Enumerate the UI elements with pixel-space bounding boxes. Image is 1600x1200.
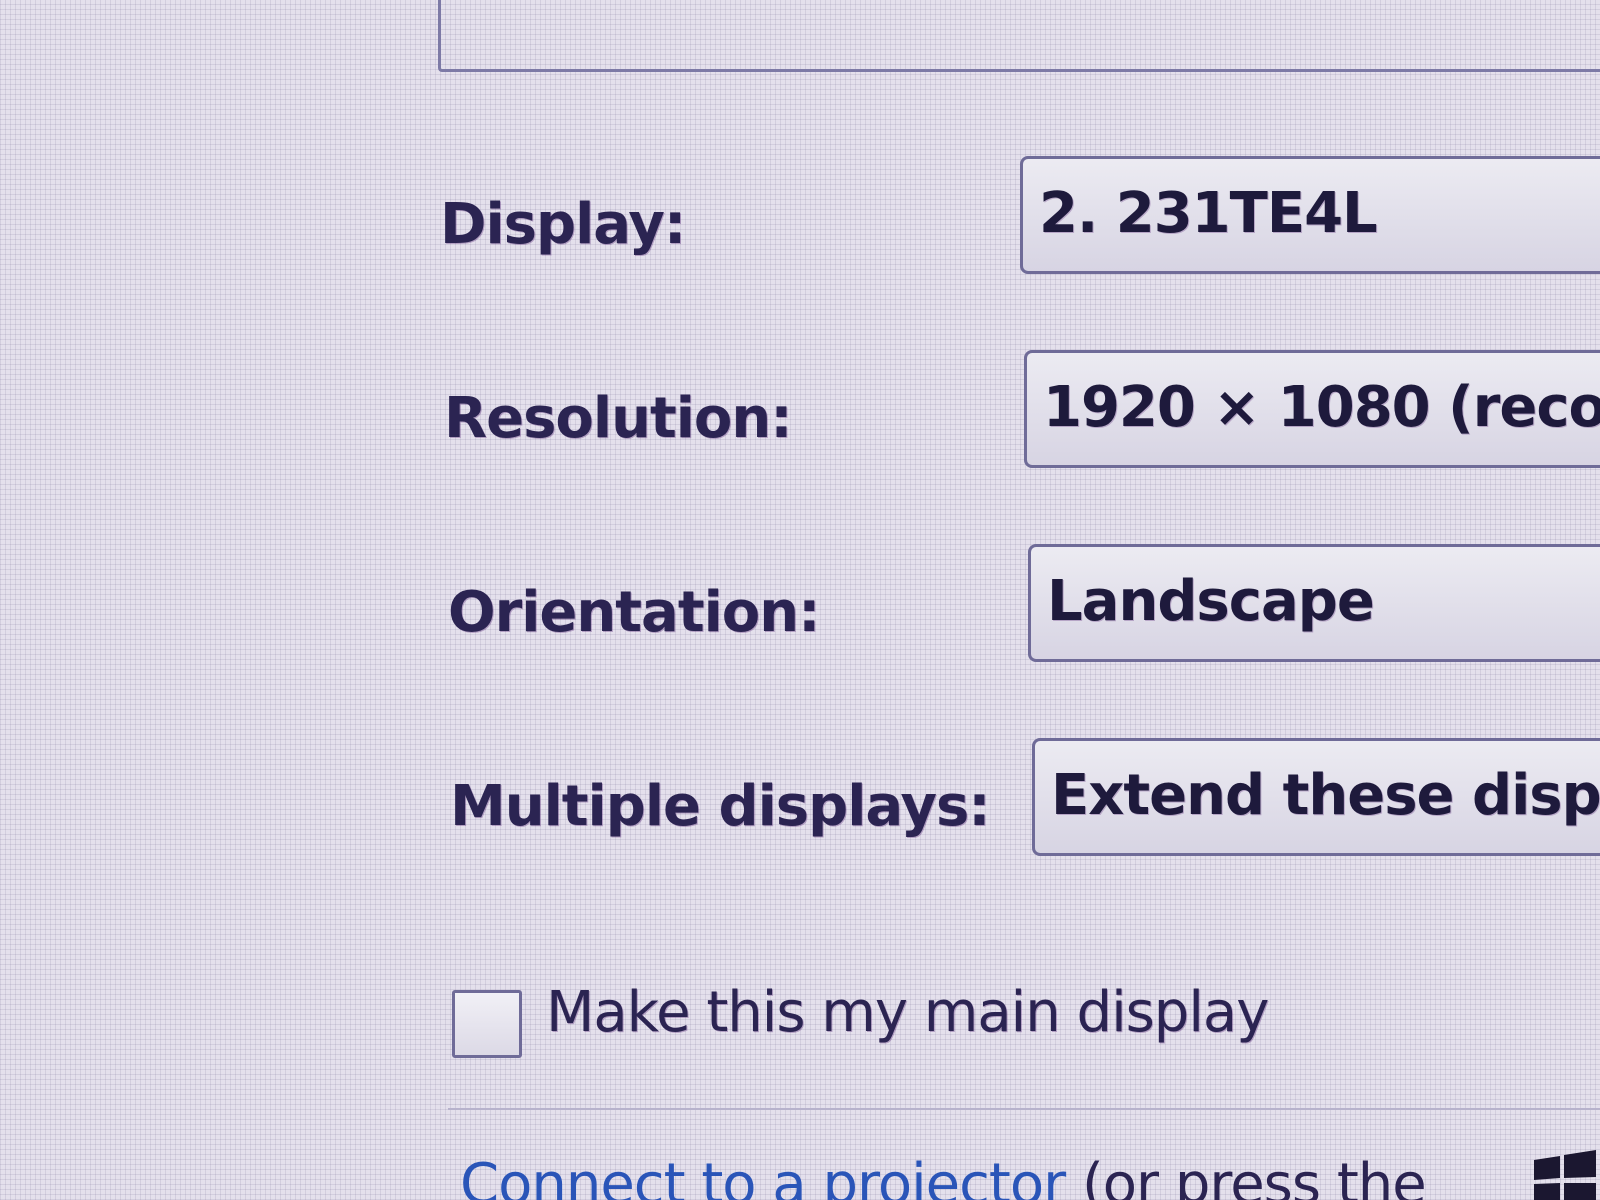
- display-dropdown-value: 2. 231TE4L: [1039, 181, 1378, 246]
- main-display-label[interactable]: Make this my main display: [546, 980, 1269, 1045]
- display-dropdown[interactable]: 2. 231TE4L: [1020, 156, 1600, 274]
- windows-logo-icon: [1534, 1150, 1596, 1200]
- orientation-label: Orientation:: [448, 580, 821, 645]
- orientation-dropdown[interactable]: Landscape: [1028, 544, 1600, 662]
- connect-projector-link[interactable]: Connect to a projector: [460, 1152, 1066, 1200]
- resolution-label: Resolution:: [444, 386, 793, 451]
- orientation-dropdown-value: Landscape: [1047, 569, 1375, 634]
- multiple-displays-label: Multiple displays:: [450, 774, 991, 839]
- multiple-displays-dropdown-value: Extend these displa: [1051, 763, 1600, 828]
- monitor-preview-area: [438, 0, 1600, 72]
- section-divider: [448, 1108, 1600, 1110]
- resolution-dropdown-value: 1920 × 1080 (recom: [1043, 375, 1600, 440]
- projector-suffix-text: (or press the: [1065, 1152, 1427, 1200]
- projector-line: Connect to a projector (or press the: [460, 1152, 1427, 1200]
- main-display-checkbox[interactable]: [452, 990, 522, 1058]
- display-label: Display:: [440, 192, 686, 257]
- resolution-dropdown[interactable]: 1920 × 1080 (recom: [1024, 350, 1600, 468]
- multiple-displays-dropdown[interactable]: Extend these displa: [1032, 738, 1600, 856]
